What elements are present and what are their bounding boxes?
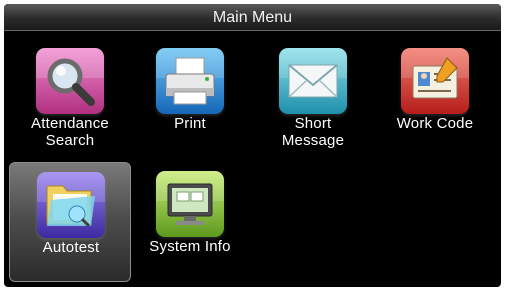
magnifier-icon — [36, 48, 104, 114]
page-title: Main Menu — [4, 4, 501, 31]
computer-icon — [156, 171, 224, 237]
menu-item-print[interactable]: Print — [129, 39, 251, 159]
menu-item-label: Short Message — [281, 115, 345, 149]
envelope-icon — [279, 48, 347, 114]
printer-icon — [156, 48, 224, 114]
menu-item-label: System Info — [149, 238, 231, 255]
id-card-icon — [401, 48, 469, 114]
menu-item-short-message[interactable]: Short Message — [252, 39, 374, 159]
menu-item-label: Work Code — [396, 115, 474, 132]
menu-item-attendance-search[interactable]: Attendance Search — [9, 39, 131, 159]
menu-item-autotest[interactable]: Autotest — [9, 162, 131, 282]
menu-item-label: Attendance Search — [31, 115, 109, 149]
menu-item-label: Print — [174, 115, 206, 132]
menu-item-label: Autotest — [42, 239, 100, 256]
folder-icon — [37, 172, 105, 238]
menu-item-system-info[interactable]: System Info — [129, 162, 251, 282]
device-screen: Main Menu Attendance Search Print Short … — [4, 4, 501, 287]
menu-item-work-code[interactable]: Work Code — [374, 39, 496, 159]
